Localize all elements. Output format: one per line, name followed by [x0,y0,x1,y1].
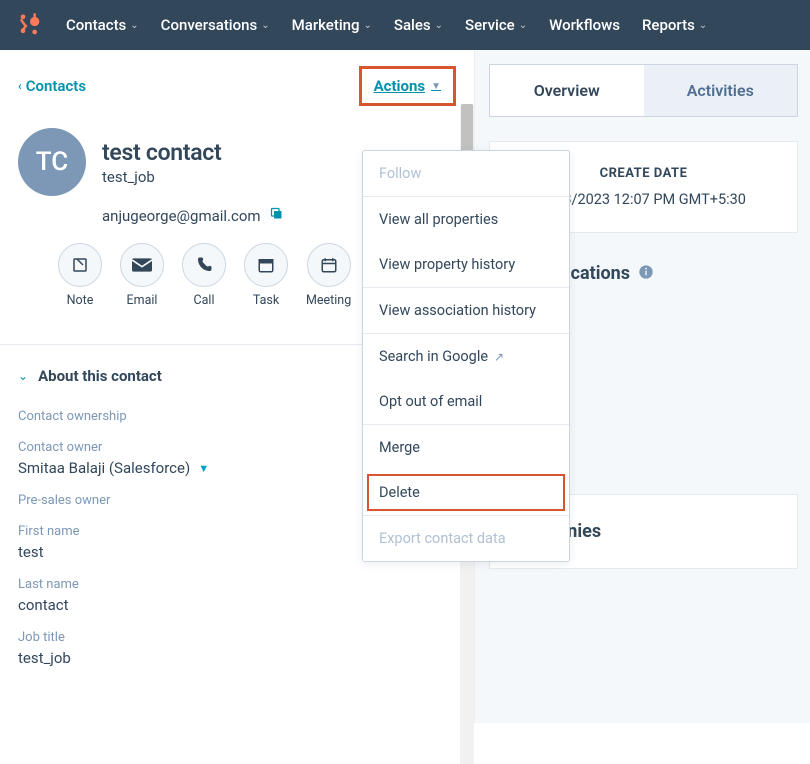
chevron-left-icon: ‹ [18,79,22,93]
nav-service[interactable]: Service⌄ [465,16,527,34]
tab-activities[interactable]: Activities [644,65,798,116]
dd-merge[interactable]: Merge [363,425,569,470]
copy-icon[interactable] [269,206,284,225]
dd-view-association-history[interactable]: View association history [363,288,569,333]
meeting-button[interactable]: Meeting [306,243,351,308]
back-to-contacts[interactable]: ‹ Contacts [18,77,86,95]
dd-search-google[interactable]: Search in Google↗ [363,334,569,379]
nav-workflows[interactable]: Workflows [549,16,620,34]
nav-marketing[interactable]: Marketing⌄ [292,16,372,34]
tab-overview[interactable]: Overview [490,65,644,116]
email-button[interactable]: Email [120,243,164,308]
avatar: TC [18,128,86,196]
chevron-down-icon: ⌄ [261,20,269,31]
chevron-down-icon: ⌄ [519,20,527,31]
dd-opt-out-email[interactable]: Opt out of email [363,379,569,424]
dd-view-all-properties[interactable]: View all properties [363,197,569,242]
actions-button[interactable]: Actions ▼ [359,66,456,106]
call-button[interactable]: Call [182,243,226,308]
nav-sales[interactable]: Sales⌄ [394,16,443,34]
info-icon[interactable] [638,264,654,284]
contact-job: test_job [102,168,221,186]
chevron-down-icon: ⌄ [130,20,138,31]
external-link-icon: ↗ [494,350,504,364]
chevron-down-icon: ⌄ [18,369,28,383]
nav-contacts[interactable]: Contacts⌄ [66,16,139,34]
left-panel: ‹ Contacts Actions ▼ TC test contact tes… [0,50,475,723]
contact-name: test contact [102,139,221,166]
caret-down-icon: ▼ [198,462,209,475]
top-nav: Contacts⌄ Conversations⌄ Marketing⌄ Sale… [0,0,810,50]
chevron-down-icon: ⌄ [699,20,707,31]
task-button[interactable]: Task [244,243,288,308]
dd-follow: Follow [363,151,569,196]
caret-down-icon: ▼ [431,81,441,92]
hubspot-logo[interactable] [16,11,44,39]
dd-view-property-history[interactable]: View property history [363,242,569,287]
dd-export-contact-data: Export contact data [363,516,569,561]
jobtitle-label: Job title [0,614,474,645]
chevron-down-icon: ⌄ [364,20,372,31]
nav-reports[interactable]: Reports⌄ [642,16,707,34]
jobtitle-value[interactable]: test_job [0,645,474,667]
chevron-down-icon: ⌄ [435,20,443,31]
lastname-value[interactable]: contact [0,592,474,614]
dd-delete[interactable]: Delete [363,470,569,515]
actions-dropdown: Follow View all properties View property… [362,150,570,562]
contact-email: anjugeorge@gmail.com [102,207,261,225]
lastname-label: Last name [0,561,474,592]
tabs: Overview Activities [489,64,798,117]
nav-conversations[interactable]: Conversations⌄ [161,16,270,34]
note-button[interactable]: Note [58,243,102,308]
